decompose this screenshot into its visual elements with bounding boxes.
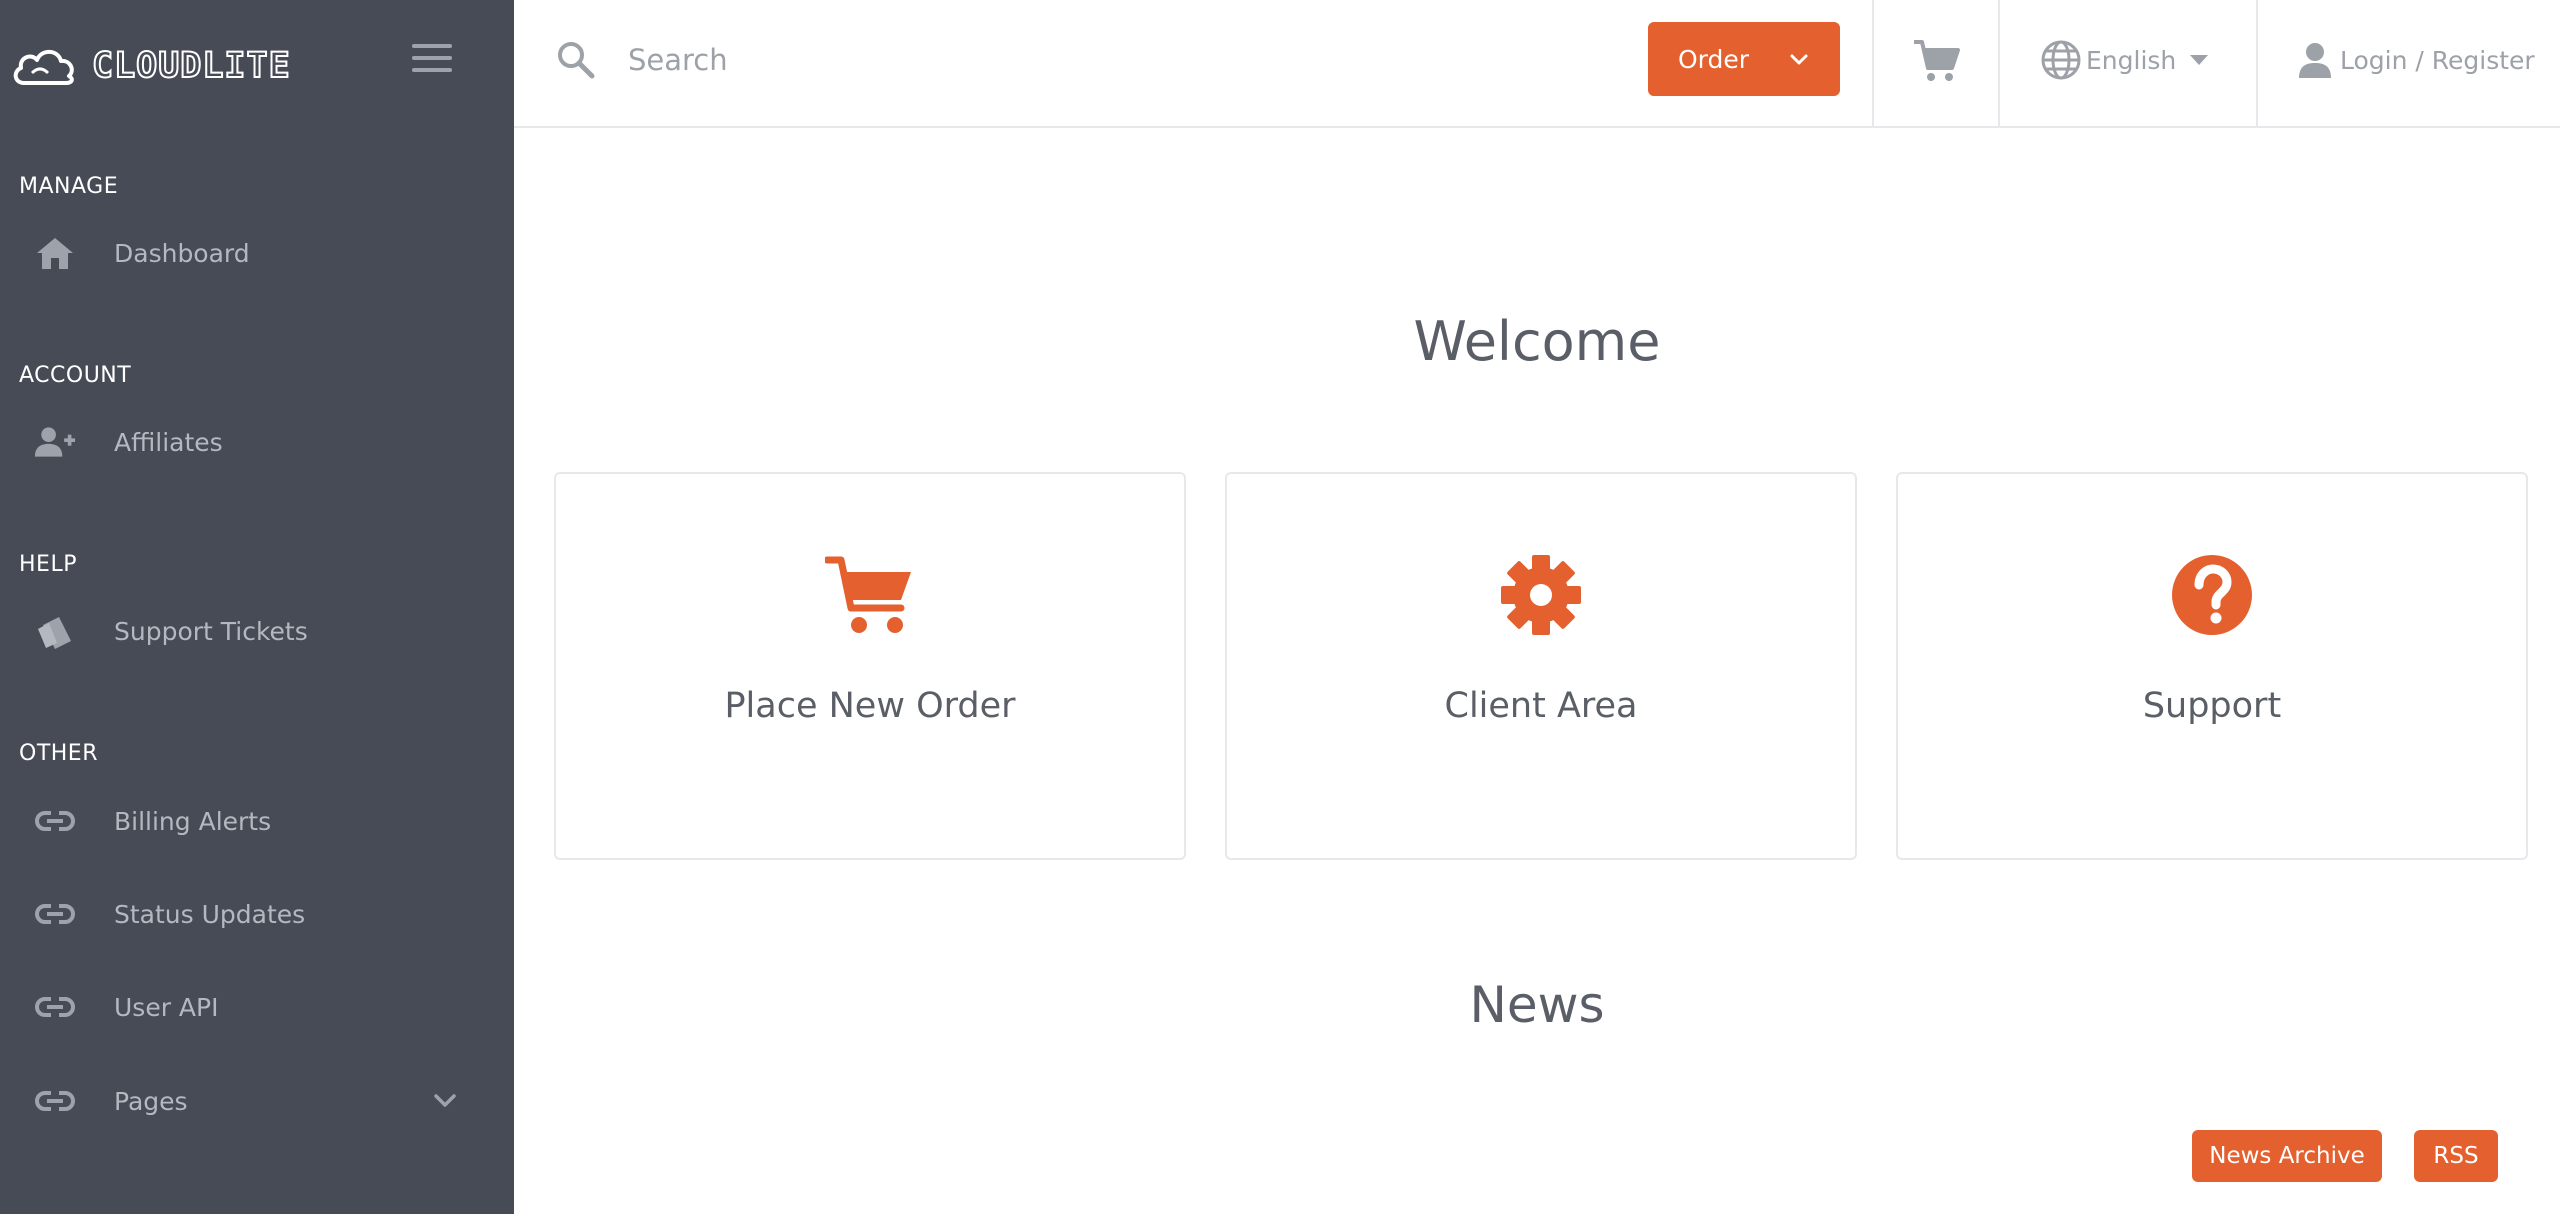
brand-name: CLOUDLITE xyxy=(91,45,291,87)
sidebar-item-label: Pages xyxy=(114,1086,188,1116)
chevron-down-icon[interactable] xyxy=(430,1086,460,1116)
sidebar-item-label: User API xyxy=(114,992,219,1022)
card-support[interactable]: Support xyxy=(1896,472,2528,860)
language-label: English xyxy=(2086,45,2177,75)
question-circle-icon xyxy=(1898,554,2526,650)
cart-icon xyxy=(556,554,1184,650)
sidebar-item-dashboard[interactable]: Dashboard xyxy=(0,218,514,288)
language-selector[interactable]: English xyxy=(2040,36,2209,84)
link-icon xyxy=(34,1080,76,1122)
welcome-title: Welcome xyxy=(1413,310,1661,373)
sidebar-item-affiliates[interactable]: Affiliates xyxy=(0,407,514,477)
caret-down-icon xyxy=(2190,55,2209,65)
card-client-area[interactable]: Client Area xyxy=(1225,472,1857,860)
link-icon xyxy=(34,800,76,842)
menu-toggle-icon[interactable] xyxy=(412,44,452,78)
sidebar-item-label: Affiliates xyxy=(114,427,223,457)
link-icon xyxy=(34,893,76,935)
top-header: Order English Login / Register xyxy=(514,0,2560,128)
order-button-label: Order xyxy=(1678,44,1750,74)
ticket-icon xyxy=(34,610,76,652)
login-register-link[interactable]: Login / Register xyxy=(2298,36,2535,84)
login-register-label: Login / Register xyxy=(2340,45,2535,75)
link-icon xyxy=(34,986,76,1028)
news-title: News xyxy=(1469,976,1605,1034)
sidebar-item-user-api[interactable]: User API xyxy=(0,972,514,1042)
sidebar-item-pages[interactable]: Pages xyxy=(0,1066,514,1136)
header-divider xyxy=(1872,0,1874,128)
sidebar-item-label: Support Tickets xyxy=(114,616,308,646)
sidebar-item-support-tickets[interactable]: Support Tickets xyxy=(0,596,514,666)
order-dropdown-button[interactable]: Order xyxy=(1648,22,1840,96)
search-icon[interactable] xyxy=(556,40,596,80)
header-divider xyxy=(2256,0,2258,128)
home-icon xyxy=(34,232,76,274)
user-icon xyxy=(2299,43,2331,78)
card-label: Support xyxy=(2142,686,2282,726)
section-label-account: ACCOUNT xyxy=(19,363,132,388)
section-label-other: OTHER xyxy=(19,741,98,766)
card-label: Place New Order xyxy=(724,686,1016,726)
header-divider xyxy=(1998,0,2000,128)
brand-logo[interactable]: CLOUDLITE xyxy=(10,38,291,94)
news-archive-button[interactable]: News Archive xyxy=(2192,1130,2382,1182)
search-input[interactable] xyxy=(628,30,1188,90)
globe-icon xyxy=(2041,40,2081,80)
sidebar: CLOUDLITE MANAGE Dashboard ACCOUNT Affil… xyxy=(0,0,514,1214)
cart-icon[interactable] xyxy=(1912,38,1960,84)
sidebar-item-label: Dashboard xyxy=(114,238,250,268)
sidebar-item-status-updates[interactable]: Status Updates xyxy=(0,879,514,949)
sidebar-item-billing-alerts[interactable]: Billing Alerts xyxy=(0,786,514,856)
card-place-new-order[interactable]: Place New Order xyxy=(554,472,1186,860)
gear-icon xyxy=(1227,554,1855,650)
section-label-manage: MANAGE xyxy=(19,174,119,199)
sidebar-item-label: Billing Alerts xyxy=(114,806,272,836)
rss-button[interactable]: RSS xyxy=(2414,1130,2498,1182)
chevron-down-icon xyxy=(1788,48,1810,70)
sidebar-item-label: Status Updates xyxy=(114,899,306,929)
card-label: Client Area xyxy=(1444,686,1638,726)
user-plus-icon xyxy=(34,421,76,463)
section-label-help: HELP xyxy=(19,552,77,577)
cloud-logo-icon xyxy=(13,49,74,85)
